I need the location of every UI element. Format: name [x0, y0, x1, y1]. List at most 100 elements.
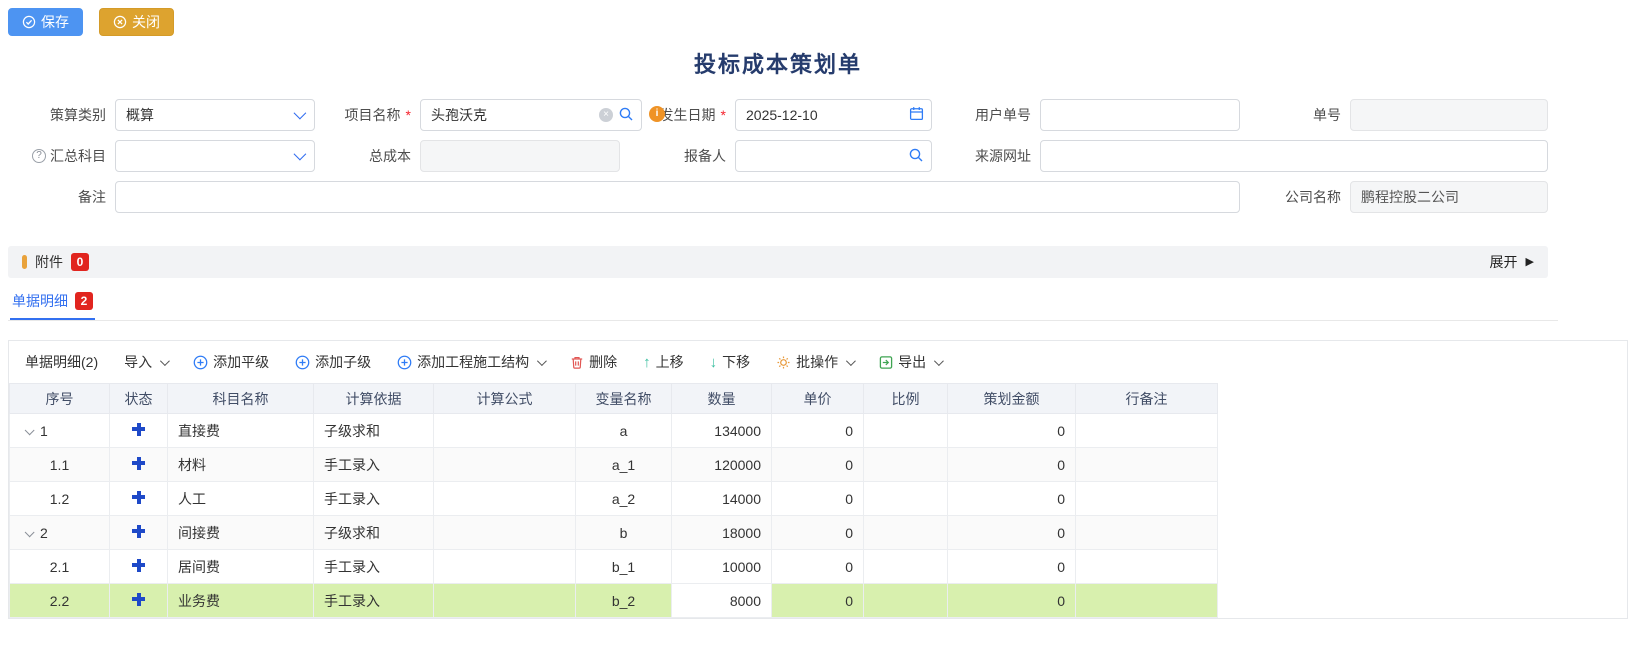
expand-toggle[interactable]: 展开 ▶ — [1490, 252, 1534, 272]
cell-basis[interactable]: 手工录入 — [314, 448, 434, 482]
cell-status[interactable] — [110, 414, 168, 448]
add-sibling-button[interactable]: 添加平级 — [193, 352, 269, 372]
table-row[interactable]: 2.1居间费手工录入b_11000000 — [10, 550, 1218, 584]
tree-collapse-icon[interactable] — [25, 425, 35, 435]
cell-var[interactable]: a — [576, 414, 672, 448]
cell-remark[interactable] — [1076, 584, 1218, 618]
cell-basis[interactable]: 手工录入 — [314, 584, 434, 618]
add-child-button[interactable]: 添加子级 — [295, 352, 371, 372]
search-icon[interactable] — [618, 106, 634, 125]
cell-var[interactable]: a_1 — [576, 448, 672, 482]
cell-no[interactable]: 1.2 — [10, 482, 110, 516]
user-no-input[interactable] — [1040, 99, 1240, 131]
cell-subject[interactable]: 居间费 — [168, 550, 314, 584]
batch-operation-button[interactable]: 批操作 — [776, 352, 853, 372]
search-icon[interactable] — [908, 147, 924, 166]
cell-ratio[interactable] — [864, 482, 948, 516]
add-row-plus-icon[interactable] — [132, 423, 145, 436]
cell-remark[interactable] — [1076, 482, 1218, 516]
cell-price[interactable]: 0 — [772, 584, 864, 618]
cell-status[interactable] — [110, 448, 168, 482]
add-row-plus-icon[interactable] — [132, 525, 145, 538]
cell-price[interactable]: 0 — [772, 550, 864, 584]
cell-no[interactable]: 1.1 — [10, 448, 110, 482]
cell-formula[interactable] — [434, 482, 576, 516]
cell-remark[interactable] — [1076, 448, 1218, 482]
cell-ratio[interactable] — [864, 550, 948, 584]
remark-input[interactable] — [115, 181, 1240, 213]
clear-icon[interactable]: × — [599, 108, 613, 122]
cell-amount[interactable]: 0 — [948, 584, 1076, 618]
cell-no[interactable]: 2 — [10, 516, 110, 550]
cell-amount[interactable]: 0 — [948, 414, 1076, 448]
export-button[interactable]: 导出 — [879, 352, 941, 372]
cell-subject[interactable]: 间接费 — [168, 516, 314, 550]
cell-remark[interactable] — [1076, 516, 1218, 550]
cell-qty[interactable]: 10000 — [672, 550, 772, 584]
cell-basis[interactable]: 手工录入 — [314, 482, 434, 516]
table-row[interactable]: 1.2人工手工录入a_21400000 — [10, 482, 1218, 516]
cell-amount[interactable]: 0 — [948, 516, 1076, 550]
calendar-icon[interactable] — [909, 106, 924, 124]
cell-price[interactable]: 0 — [772, 414, 864, 448]
cell-formula[interactable] — [434, 414, 576, 448]
cell-status[interactable] — [110, 584, 168, 618]
cell-subject[interactable]: 直接费 — [168, 414, 314, 448]
move-down-button[interactable]: ↓ 下移 — [710, 352, 751, 372]
cell-no[interactable]: 1 — [10, 414, 110, 448]
cell-remark[interactable] — [1076, 550, 1218, 584]
add-row-plus-icon[interactable] — [132, 457, 145, 470]
cell-no[interactable]: 2.2 — [10, 584, 110, 618]
cell-formula[interactable] — [434, 516, 576, 550]
cell-ratio[interactable] — [864, 414, 948, 448]
cell-formula[interactable] — [434, 550, 576, 584]
cell-var[interactable]: b_1 — [576, 550, 672, 584]
add-row-plus-icon[interactable] — [132, 559, 145, 572]
cell-var[interactable]: a_2 — [576, 482, 672, 516]
summary-subject-select[interactable] — [115, 140, 315, 172]
source-url-input[interactable] — [1040, 140, 1548, 172]
tab-detail[interactable]: 单据明细 2 — [10, 291, 95, 320]
delete-button[interactable]: 删除 — [570, 352, 617, 372]
tree-collapse-icon[interactable] — [25, 527, 35, 537]
add-row-plus-icon[interactable] — [132, 593, 145, 606]
move-up-button[interactable]: ↑ 上移 — [643, 352, 684, 372]
cell-basis[interactable]: 手工录入 — [314, 550, 434, 584]
cell-amount[interactable]: 0 — [948, 550, 1076, 584]
cell-ratio[interactable] — [864, 516, 948, 550]
cell-ratio[interactable] — [864, 448, 948, 482]
cell-basis[interactable]: 子级求和 — [314, 414, 434, 448]
cell-qty[interactable]: 134000 — [672, 414, 772, 448]
calc-type-select[interactable]: 概算 — [115, 99, 315, 131]
cell-subject[interactable]: 材料 — [168, 448, 314, 482]
cell-qty[interactable]: 14000 — [672, 482, 772, 516]
cell-status[interactable] — [110, 516, 168, 550]
cell-no[interactable]: 2.1 — [10, 550, 110, 584]
cell-subject[interactable]: 业务费 — [168, 584, 314, 618]
cell-price[interactable]: 0 — [772, 448, 864, 482]
cell-status[interactable] — [110, 550, 168, 584]
cell-formula[interactable] — [434, 448, 576, 482]
cell-qty[interactable]: 8000 — [672, 584, 772, 618]
cell-status[interactable] — [110, 482, 168, 516]
cell-subject[interactable]: 人工 — [168, 482, 314, 516]
question-circle-icon[interactable]: ? — [32, 149, 46, 163]
save-button[interactable]: 保存 — [8, 8, 83, 36]
cell-qty[interactable]: 120000 — [672, 448, 772, 482]
add-row-plus-icon[interactable] — [132, 491, 145, 504]
info-icon[interactable]: i — [649, 106, 665, 122]
close-button[interactable]: 关闭 — [99, 8, 174, 36]
cell-var[interactable]: b — [576, 516, 672, 550]
table-row[interactable]: 1直接费子级求和a13400000 — [10, 414, 1218, 448]
cell-ratio[interactable] — [864, 584, 948, 618]
cell-basis[interactable]: 子级求和 — [314, 516, 434, 550]
cell-remark[interactable] — [1076, 414, 1218, 448]
import-button[interactable]: 导入 — [124, 352, 167, 372]
add-structure-button[interactable]: 添加工程施工结构 — [397, 352, 544, 372]
cell-price[interactable]: 0 — [772, 516, 864, 550]
cell-amount[interactable]: 0 — [948, 448, 1076, 482]
table-row[interactable]: 1.1材料手工录入a_112000000 — [10, 448, 1218, 482]
cell-amount[interactable]: 0 — [948, 482, 1076, 516]
table-row[interactable]: 2.2业务费手工录入b_2800000 — [10, 584, 1218, 618]
reporter-input[interactable] — [735, 140, 932, 172]
